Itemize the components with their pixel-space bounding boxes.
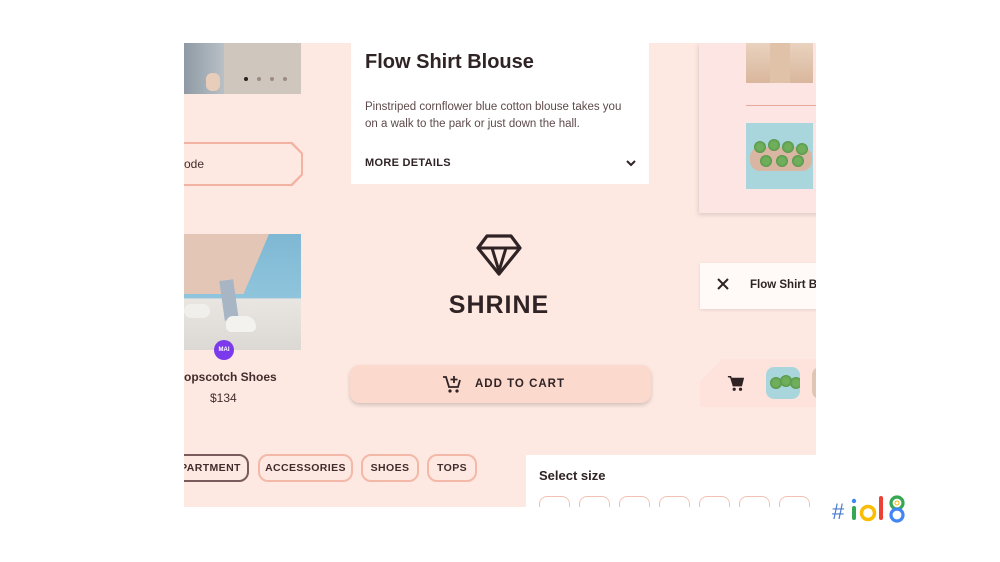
carousel-dot[interactable] — [283, 77, 287, 81]
chip-label: Flow Shirt B — [750, 279, 816, 291]
diamond-logo-icon — [476, 234, 522, 277]
size-option[interactable] — [659, 496, 690, 507]
product-name[interactable]: opscotch Shoes — [184, 370, 277, 384]
category-label: PARTMENT — [184, 462, 241, 474]
size-option[interactable] — [539, 496, 570, 507]
carousel-dot[interactable] — [257, 77, 261, 81]
size-option[interactable] — [779, 496, 810, 507]
product-title: Flow Shirt Blouse — [365, 51, 534, 73]
carousel-dots — [244, 77, 287, 81]
carousel-dot-active[interactable] — [244, 77, 248, 81]
size-option[interactable] — [619, 496, 650, 507]
cart-item-thumbnail[interactable] — [766, 367, 800, 399]
divider — [746, 105, 816, 106]
io18-text: io18 — [832, 492, 834, 493]
more-details-toggle[interactable]: MORE DETAILS — [365, 157, 451, 169]
category-label: SHOES — [370, 462, 410, 474]
mini-cart[interactable] — [700, 359, 816, 407]
add-to-cart-label: ADD TO CART — [475, 378, 566, 390]
size-selector: Select size — [526, 455, 816, 507]
category-department[interactable]: PARTMENT — [184, 454, 249, 482]
size-option[interactable] — [739, 496, 770, 507]
io18-logo: # io18 — [832, 492, 905, 524]
brand-name: SHRINE — [448, 291, 550, 319]
category-accessories[interactable]: ACCESSORIES — [258, 454, 353, 482]
category-tops[interactable]: TOPS — [427, 454, 477, 482]
product-list-card — [699, 43, 816, 213]
close-icon[interactable] — [716, 277, 730, 291]
size-option[interactable] — [579, 496, 610, 507]
product-description-card: Flow Shirt Blouse Pinstriped cornflower … — [351, 43, 649, 184]
product-image-carousel[interactable] — [184, 43, 301, 94]
hash-symbol: # — [832, 499, 845, 524]
product-thumbnail[interactable] — [746, 43, 813, 83]
vendor-badge: MAI — [214, 340, 234, 360]
shrine-canvas: ode MAI opscotch Shoes $134 Flow Shirt B… — [184, 43, 816, 507]
size-selector-title: Select size — [539, 468, 606, 483]
add-to-cart-button[interactable]: ADD TO CART — [350, 365, 651, 403]
carousel-dot[interactable] — [270, 77, 274, 81]
category-label: ACCESSORIES — [265, 462, 346, 474]
cart-item-thumbnail[interactable] — [812, 367, 816, 399]
code-field-value: ode — [184, 157, 205, 171]
add-shopping-cart-icon — [443, 376, 461, 393]
category-label: TOPS — [437, 462, 467, 474]
product-chip[interactable]: Flow Shirt B — [700, 263, 816, 309]
product-description: Pinstriped cornflower blue cotton blouse… — [365, 101, 622, 130]
chevron-down-icon[interactable] — [624, 156, 638, 170]
product-image[interactable] — [184, 234, 301, 350]
product-thumbnail[interactable] — [746, 123, 813, 189]
size-option[interactable] — [699, 496, 730, 507]
category-shoes[interactable]: SHOES — [361, 454, 419, 482]
product-price: $134 — [210, 391, 237, 405]
shopping-cart-icon[interactable] — [727, 374, 745, 392]
